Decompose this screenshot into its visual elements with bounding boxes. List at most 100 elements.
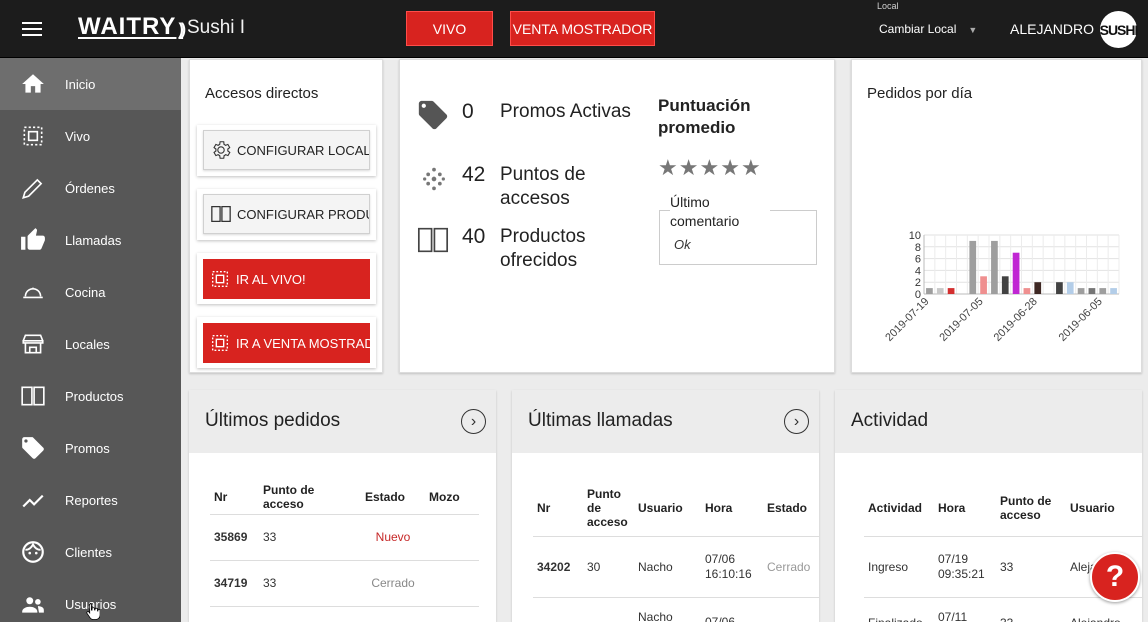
stat-value: 40 bbox=[462, 225, 486, 248]
chevron-right-icon[interactable]: › bbox=[784, 409, 809, 434]
sidebar-item-cocina[interactable]: Cocina bbox=[0, 266, 181, 318]
shortcut-frame: CONFIGURAR PRODUCTOS bbox=[197, 189, 376, 240]
sidebar-item-label: Llamadas bbox=[65, 233, 122, 248]
chart-bar bbox=[926, 288, 933, 294]
sidebar-item-clientes[interactable]: Clientes bbox=[0, 526, 181, 578]
call-status bbox=[763, 597, 819, 622]
orders-chart: 02468102019-07-19 2019-07-05 2019-06-28 201… bbox=[883, 230, 1120, 344]
user-name[interactable]: ALEJANDRO bbox=[1010, 21, 1094, 37]
chart-bar bbox=[1056, 282, 1063, 294]
sidebar-item-ordenes[interactable]: Órdenes bbox=[0, 162, 181, 214]
stat-label: Promos Activas bbox=[500, 101, 631, 122]
col-usuario: Usuario bbox=[1070, 501, 1115, 516]
col-estado: Estado bbox=[365, 489, 406, 504]
gear-icon bbox=[213, 141, 231, 159]
vivo-button[interactable]: VIVO bbox=[406, 11, 493, 46]
call-nr bbox=[533, 597, 583, 622]
col-estado: Estado bbox=[767, 501, 808, 516]
activity-table: Actividad Hora Punto de acceso Usuario I… bbox=[864, 481, 1142, 622]
book-icon bbox=[21, 386, 45, 406]
shortcut-frame: CONFIGURAR LOCAL bbox=[197, 125, 376, 176]
configurar-productos-button[interactable]: CONFIGURAR PRODUCTOS bbox=[203, 194, 370, 234]
pencil-icon bbox=[22, 178, 43, 199]
ir-al-vivo-button[interactable]: IR AL VIVO! bbox=[203, 259, 370, 299]
chart-bar bbox=[1012, 252, 1020, 294]
chart-x-tick-label: 2019-06-05 bbox=[1057, 296, 1105, 344]
call-status: Cerrado bbox=[767, 559, 811, 574]
sidebar-item-label: Cocina bbox=[65, 285, 106, 300]
venta-mostrador-button[interactable]: VENTA MOSTRADOR bbox=[510, 11, 655, 46]
local-select[interactable]: Cambiar Local ▼ bbox=[879, 22, 977, 36]
avatar[interactable]: SUSHI bbox=[1100, 11, 1138, 48]
activity-type: Ingreso bbox=[868, 559, 909, 574]
sidebar-item-llamadas[interactable]: Llamadas bbox=[0, 214, 181, 266]
stat-promos: 0 Promos Activas bbox=[416, 98, 646, 154]
chevron-right-icon[interactable]: › bbox=[461, 409, 486, 434]
col-actividad: Actividad bbox=[868, 501, 923, 516]
sidebar-item-label: Vivo bbox=[65, 129, 91, 144]
activity-punto: 33 bbox=[996, 597, 1066, 622]
table-row[interactable]: 34719 33 Cerrado bbox=[210, 560, 479, 606]
chart-bar bbox=[1077, 288, 1085, 294]
ir-a-venta-mostrador-label: IR A VENTA MOSTRADOR bbox=[236, 335, 370, 351]
star-icon: ★ bbox=[699, 155, 720, 180]
tag-icon bbox=[22, 437, 44, 459]
shortcut-frame: IR AL VIVO! bbox=[197, 253, 376, 304]
order-nr: 34719 bbox=[214, 576, 248, 590]
activity-hora: 07/11 bbox=[938, 609, 968, 622]
sidebar-item-productos[interactable]: Productos bbox=[0, 370, 181, 422]
chart-y-tick-label: 6 bbox=[915, 254, 921, 266]
call-usuario: Nacho bbox=[638, 559, 673, 574]
table-row[interactable]: Finalizado 07/11 33 Alejandro bbox=[864, 597, 1142, 622]
sidebar-item-vivo[interactable]: Vivo bbox=[0, 110, 181, 162]
call-usuario: Nacho bbox=[638, 609, 673, 622]
last-comment-label: Último comentario bbox=[670, 191, 770, 231]
last-orders-card: Últimos pedidos › Nr Punto de acceso Est… bbox=[189, 390, 496, 622]
last-comment-box: Último comentario Ok bbox=[659, 191, 817, 265]
chart-y-tick-label: 10 bbox=[909, 230, 921, 242]
table-row[interactable]: 34202 30 Nacho 07/06 16:10:16 Cerrado bbox=[533, 536, 819, 597]
stat-access-points: 42 Puntos de accesos bbox=[416, 161, 646, 217]
stat-value: 0 bbox=[462, 100, 474, 123]
activity-type: Finalizado bbox=[864, 597, 934, 622]
stat-value: 42 bbox=[462, 163, 486, 186]
sidebar-item-promos[interactable]: Promos bbox=[0, 422, 181, 474]
star-icon: ★ bbox=[658, 155, 678, 180]
chart-bar bbox=[1066, 282, 1074, 294]
configurar-local-button[interactable]: CONFIGURAR LOCAL bbox=[203, 130, 370, 170]
sidebar-item-inicio[interactable]: Inicio bbox=[0, 58, 181, 110]
help-button[interactable]: ? bbox=[1090, 552, 1140, 602]
col-nr: Nr bbox=[537, 501, 551, 516]
sidebar-item-label: Productos bbox=[65, 389, 124, 404]
last-orders-title: Últimos pedidos bbox=[205, 410, 341, 431]
live-icon bbox=[211, 270, 229, 288]
activity-header: Actividad bbox=[835, 390, 1142, 453]
app-logo[interactable]: WAITRY)) bbox=[78, 13, 186, 41]
chart-bar bbox=[991, 240, 998, 294]
table-header-row: Nr Punto de acceso Usuario Hora Estado bbox=[533, 481, 819, 536]
stats-card: 0 Promos Activas 42 Puntos de accesos 40… bbox=[399, 59, 835, 373]
call-hora: 07/06 bbox=[705, 614, 736, 622]
chart-y-tick-label: 8 bbox=[915, 242, 921, 254]
last-calls-card: Últimas llamadas › Nr Punto de acceso Us… bbox=[512, 390, 819, 622]
table-row[interactable]: 35869 33 Nuevo bbox=[210, 514, 479, 560]
ir-a-venta-mostrador-button[interactable]: IR A VENTA MOSTRADOR bbox=[203, 323, 370, 363]
sidebar-item-label: Inicio bbox=[65, 77, 96, 92]
col-nr: Nr bbox=[214, 489, 228, 504]
configurar-productos-label: CONFIGURAR PRODUCTOS bbox=[237, 206, 369, 222]
chart-bar bbox=[1023, 288, 1031, 294]
last-comment-value: Ok bbox=[674, 237, 691, 252]
sidebar-item-locales[interactable]: Locales bbox=[0, 318, 181, 370]
chart-bar bbox=[969, 240, 977, 294]
book-icon bbox=[211, 206, 231, 222]
sidebar-item-label: Locales bbox=[65, 337, 110, 352]
store-icon bbox=[22, 334, 44, 354]
last-calls-title: Últimas llamadas bbox=[528, 410, 673, 431]
sidebar-item-reportes[interactable]: Reportes bbox=[0, 474, 181, 526]
order-status: Cerrado bbox=[371, 576, 415, 590]
order-punto: 33 bbox=[263, 530, 277, 544]
menu-icon[interactable] bbox=[20, 18, 44, 40]
trend-icon bbox=[22, 494, 44, 508]
restaurant-name: Sushi I bbox=[187, 17, 246, 38]
table-row[interactable]: Nacho 07/06 bbox=[533, 597, 819, 622]
